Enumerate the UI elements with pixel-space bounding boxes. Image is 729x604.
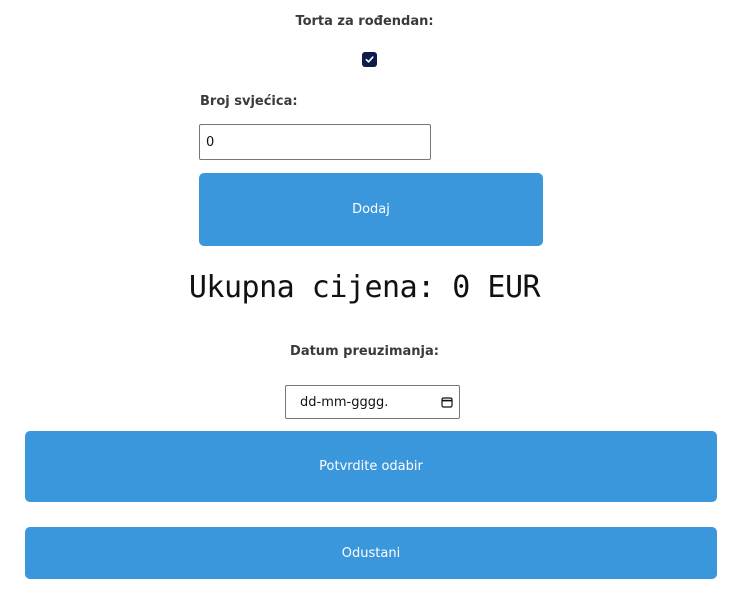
add-button[interactable]: Dodaj <box>199 173 543 246</box>
total-price: Ukupna cijena: 0 EUR <box>188 270 541 305</box>
pickup-date-placeholder: dd-mm-gggg. <box>300 394 389 410</box>
candles-count-input[interactable] <box>199 124 431 160</box>
confirm-selection-button[interactable]: Potvrdite odabir <box>25 431 717 502</box>
cake-label: Torta za rođendan: <box>295 14 434 29</box>
cancel-button[interactable]: Odustani <box>25 527 717 579</box>
pickup-date-input[interactable]: dd-mm-gggg. <box>285 385 460 419</box>
pickup-date-label: Datum preuzimanja: <box>290 344 439 359</box>
calendar-icon[interactable] <box>441 396 453 408</box>
check-icon <box>365 56 374 63</box>
cake-checkbox[interactable] <box>362 52 377 67</box>
candles-label: Broj svjećica: <box>200 94 298 109</box>
